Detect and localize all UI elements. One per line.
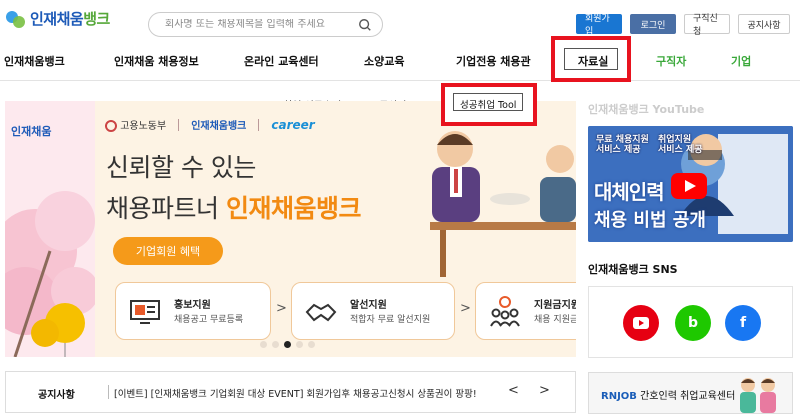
- notice-prev-button[interactable]: <: [508, 383, 519, 398]
- notice-label: 공지사항: [38, 390, 75, 401]
- people-coin-icon: [490, 296, 520, 327]
- carousel-dots: [260, 341, 315, 348]
- carousel-dot-active[interactable]: [284, 341, 291, 348]
- nav-item-basic-edu[interactable]: 소양교육: [364, 53, 404, 69]
- play-icon[interactable]: [671, 173, 707, 199]
- nav-item-jobseeker[interactable]: 구직자: [656, 53, 686, 69]
- logo-mark-icon: [6, 9, 26, 29]
- subsidy-card-title: 지원금지원: [534, 300, 576, 311]
- thumbnail-headline-2: 채용 비법 공개: [594, 210, 706, 231]
- site-logo[interactable]: 인재채움뱅크: [6, 8, 110, 29]
- banner-headline-2: 채용파트너 인재채움뱅크: [106, 194, 361, 223]
- thumbnail-headline-1: 대체인력: [594, 180, 665, 204]
- chevron-right-icon: >: [460, 301, 471, 316]
- nav-item-online-edu[interactable]: 온라인 교육센터: [244, 53, 319, 69]
- youtube-video-thumbnail[interactable]: 무료 채용지원 서비스 제공 취업지원 서비스 제공 대체인력 채용 비법 공개: [588, 126, 793, 242]
- search-box[interactable]: [148, 12, 383, 37]
- search-input[interactable]: [165, 19, 358, 30]
- notice-bar: 공지사항 [이벤트] [인재채움뱅크 기업회원 대상 EVENT] 회원가입후 …: [5, 371, 576, 413]
- notice-next-button[interactable]: >: [539, 383, 550, 398]
- nav-item-company-hiring[interactable]: 기업전용 채용관: [456, 53, 531, 69]
- thumbnail-badge-2: 취업지원 서비스 제공: [658, 135, 703, 155]
- youtube-section-title: 인재채움뱅크 YouTube: [588, 103, 705, 116]
- carousel-dot[interactable]: [272, 341, 279, 348]
- handshake-icon: [305, 303, 337, 322]
- carousel-dot[interactable]: [308, 341, 315, 348]
- banner-partner-logos: 고용노동부 인재채움뱅크 career: [105, 117, 315, 132]
- sns-box: b f: [588, 286, 793, 358]
- thumbnail-badge-1: 무료 채용지원 서비스 제공: [596, 135, 649, 155]
- promo-card-subtitle: 채용공고 무료등록: [174, 315, 244, 325]
- matching-card-title: 알선지원: [350, 300, 387, 311]
- promo-card-title: 홍보지원: [174, 300, 211, 311]
- promo-card[interactable]: 홍보지원 채용공고 무료등록: [115, 282, 271, 340]
- subnav-success-tool[interactable]: 성공취업 Tool: [460, 97, 516, 111]
- cherry-blossom-illustration: [5, 101, 95, 357]
- banner-small-logo: 인재채움: [11, 125, 52, 138]
- ministry-emblem-icon: [105, 120, 117, 132]
- subsidy-card[interactable]: 지원금지원 채용 지원금: [475, 282, 576, 340]
- company-benefits-button[interactable]: 기업회원 혜택: [113, 237, 223, 265]
- search-icon[interactable]: [358, 18, 372, 32]
- business-people-illustration: [430, 131, 576, 277]
- blog-icon[interactable]: b: [675, 305, 711, 341]
- banner-headline-1: 신뢰할 수 있는: [106, 153, 256, 182]
- career-logo: career: [271, 117, 315, 132]
- ministry-logo: 고용노동부: [105, 117, 166, 132]
- youtube-icon[interactable]: [623, 305, 659, 341]
- nurse-illustration: [740, 378, 776, 413]
- nav-item-job-info[interactable]: 인재채움 채용정보: [114, 53, 199, 69]
- main-nav: 인재채움뱅크 인재채움 채용정보 온라인 교육센터 소양교육 기업전용 채용관 …: [0, 45, 800, 81]
- job-apply-button[interactable]: 구직신청: [684, 14, 730, 37]
- signup-button[interactable]: 회원가입: [576, 14, 622, 37]
- login-button[interactable]: 로그인: [630, 14, 676, 34]
- hero-banner[interactable]: 인재채움 고용노동부 인재채움뱅크 career 신뢰할 수 있는 채용파트너 …: [5, 101, 576, 357]
- nav-item-jobbank[interactable]: 인재채움뱅크: [4, 53, 65, 69]
- logo-text: 인재채움뱅크: [30, 10, 110, 28]
- matching-card-subtitle: 적합자 무료 알선지원: [350, 315, 431, 325]
- matching-card[interactable]: 알선지원 적합자 무료 알선지원: [291, 282, 455, 340]
- nav-item-company[interactable]: 기업: [731, 53, 751, 69]
- monitor-icon: [130, 300, 160, 324]
- subsidy-card-subtitle: 채용 지원금: [534, 315, 576, 325]
- jobbank-logo: 인재채움뱅크: [191, 121, 247, 132]
- facebook-icon[interactable]: f: [725, 305, 761, 341]
- carousel-dot[interactable]: [260, 341, 267, 348]
- rnjob-text: RNJOB 간호인력 취업교육센터: [601, 391, 736, 402]
- sns-section-title: 인재채움뱅크 SNS: [588, 263, 678, 276]
- rnjob-banner[interactable]: RNJOB 간호인력 취업교육센터: [588, 372, 793, 414]
- carousel-dot[interactable]: [296, 341, 303, 348]
- highlight-resources-inner: [564, 48, 618, 70]
- notice-button[interactable]: 공지사항: [738, 14, 790, 34]
- chevron-right-icon: >: [276, 301, 287, 316]
- top-links: 회원가입 로그인 구직신청 공지사항: [576, 14, 790, 37]
- notice-text[interactable]: [이벤트] [인재채움뱅크 기업회원 대상 EVENT] 회원가입후 채용공고신…: [114, 386, 477, 400]
